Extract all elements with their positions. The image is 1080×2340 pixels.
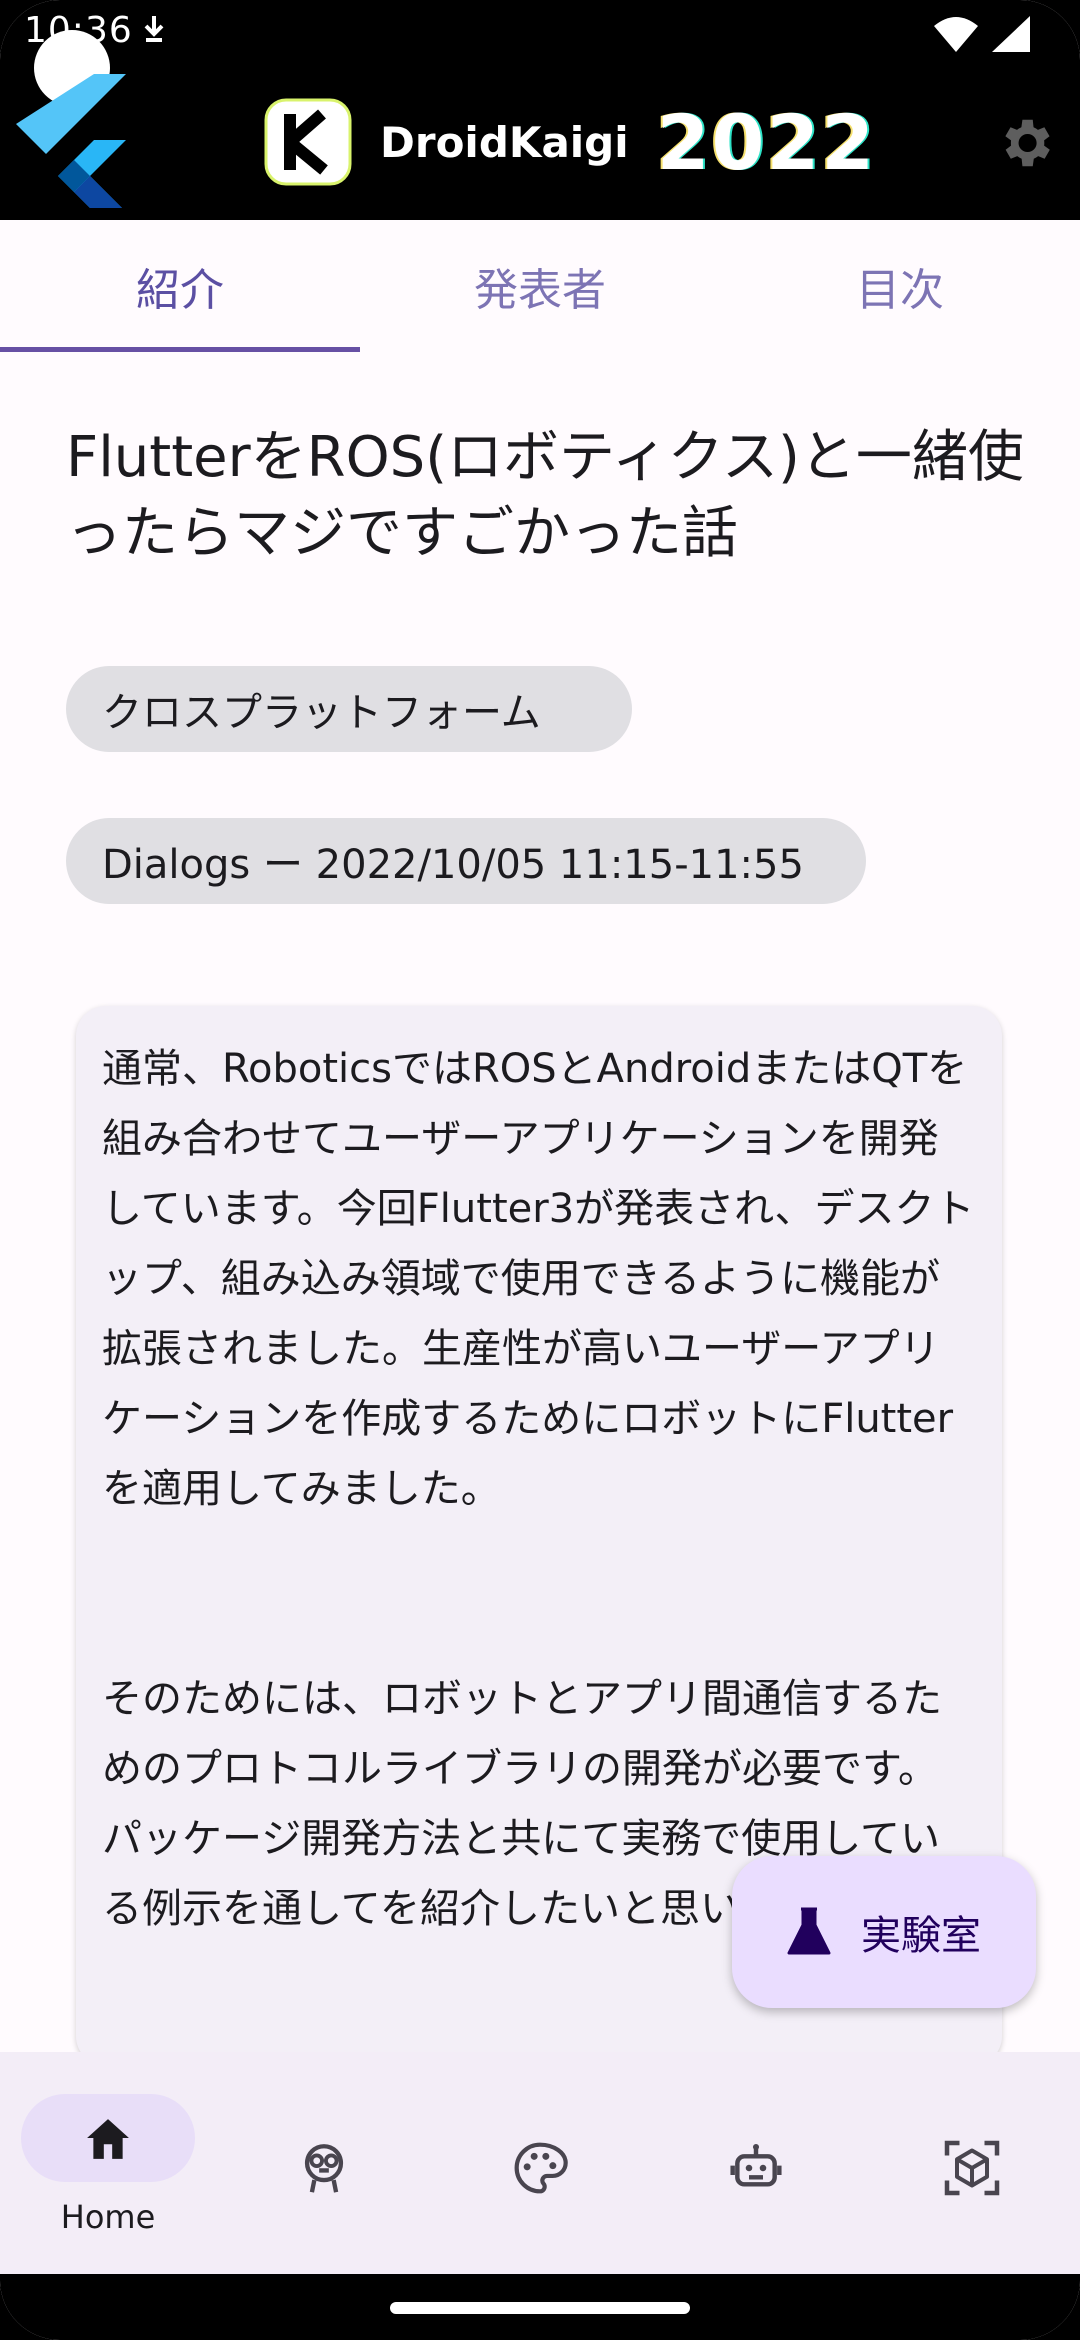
droidkaigi-logo-icon [264, 98, 352, 186]
nav-home-label: Home [60, 2198, 156, 2236]
session-title: FlutterをROS(ロボティクス)と一緒使ったらマジですごかった話 [66, 425, 1024, 566]
tab-bar: 紹介 発表者 目次 [0, 220, 1080, 352]
home-icon [87, 2119, 129, 2159]
nav-home[interactable]: Home [0, 2052, 216, 2274]
app-brand: DroidKaigi 2022 [262, 96, 876, 188]
mascot-icon [304, 2144, 344, 2193]
signal-icon [992, 16, 1030, 52]
brand-name: DroidKaigi [380, 117, 629, 167]
app-bar: 10:36 [0, 0, 1080, 220]
tab-intro[interactable]: 紹介 [0, 220, 360, 352]
category-chip: クロスプラットフォーム [66, 666, 632, 752]
screen: 10:36 [0, 0, 1080, 2340]
tab-contents[interactable]: 目次 [720, 220, 1080, 352]
status-icons [930, 14, 1040, 58]
category-label: クロスプラットフォーム [102, 690, 541, 736]
nav-palette[interactable] [432, 2052, 648, 2274]
flutter-logo-icon[interactable] [16, 66, 136, 220]
fab-label: 実験室 [861, 1913, 981, 1959]
gesture-handle[interactable] [390, 2302, 690, 2314]
flask-icon [787, 1907, 831, 1955]
bottom-navigation: Home [0, 2052, 1080, 2274]
ar-cube-icon [944, 2140, 1000, 2196]
tab-speakers[interactable]: 発表者 [360, 220, 720, 352]
session-time-chip: Dialogs ー 2022/10/05 11:15-11:55 [66, 818, 866, 904]
nav-active-indicator [21, 2094, 195, 2182]
palette-icon [514, 2142, 568, 2194]
gear-icon[interactable] [994, 112, 1056, 178]
nav-mascot[interactable] [216, 2052, 432, 2274]
wifi-icon [934, 17, 978, 52]
brand-year: 2022 [656, 97, 877, 187]
download-icon [140, 12, 168, 54]
gesture-bar [0, 2274, 1080, 2340]
description-paragraph: 通常、RoboticsではROSとAndroidまたはQTを組み合わせてユーザー… [102, 1046, 975, 1512]
nav-robot[interactable] [648, 2052, 864, 2274]
session-time-label: Dialogs ー 2022/10/05 11:15-11:55 [102, 842, 804, 888]
lab-fab-button[interactable]: 実験室 [732, 1856, 1036, 2008]
nav-ar[interactable] [864, 2052, 1080, 2274]
robot-icon [730, 2143, 782, 2187]
